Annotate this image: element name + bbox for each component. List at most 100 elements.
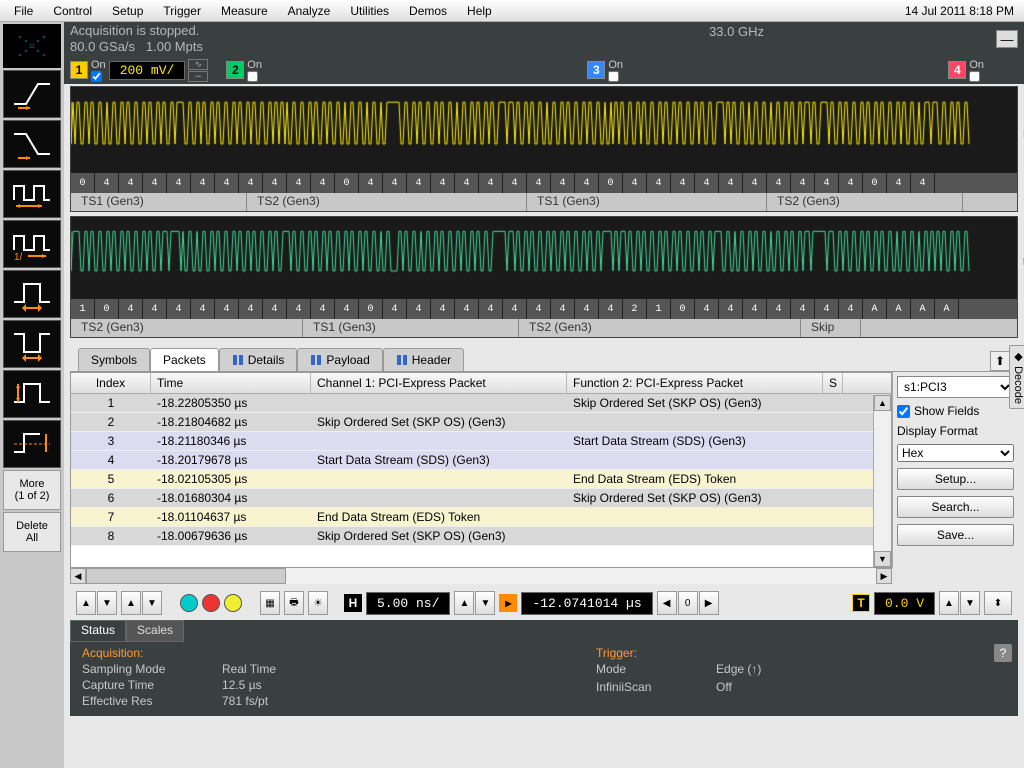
trig-up[interactable]: ▲ bbox=[939, 591, 959, 615]
hscroll-left[interactable]: ◀ bbox=[70, 568, 86, 584]
help-button[interactable]: ? bbox=[994, 644, 1012, 662]
decode-bar-1: 044444444440444444444404444444444044 bbox=[71, 173, 1017, 193]
show-fields-checkbox[interactable]: Show Fields bbox=[897, 404, 1014, 418]
side-panel: s1:PCI3 Show Fields Display Format Hex S… bbox=[892, 372, 1018, 568]
tb-down[interactable]: ▼ bbox=[142, 591, 162, 615]
trg-header: Trigger: bbox=[596, 646, 761, 660]
vscroll-track[interactable] bbox=[874, 411, 891, 551]
expand-button[interactable]: ⬍ bbox=[984, 591, 1012, 615]
header-icon bbox=[396, 354, 408, 366]
display-format-label: Display Format bbox=[897, 424, 1014, 438]
marker-yellow[interactable] bbox=[224, 594, 242, 612]
ch2-badge[interactable]: 2 bbox=[226, 61, 244, 79]
tab-header[interactable]: Header bbox=[383, 348, 464, 371]
bandwidth: 33.0 GHz bbox=[709, 24, 764, 39]
tool-delta-icon[interactable] bbox=[3, 420, 61, 468]
save-button[interactable]: Save... bbox=[897, 524, 1014, 546]
time-per-div[interactable]: 5.00 ns/ bbox=[366, 592, 450, 615]
left-toolbar: 1/ More(1 of 2) DeleteAll bbox=[0, 22, 64, 768]
tb-prev[interactable]: ▲ bbox=[76, 591, 96, 615]
more-button[interactable]: More(1 of 2) bbox=[3, 470, 61, 510]
menu-analyze[interactable]: Analyze bbox=[278, 2, 341, 20]
h-marker: H bbox=[344, 594, 362, 612]
svg-text:1/: 1/ bbox=[14, 252, 23, 262]
decode-bar-2: 104444444444044444444442104444444AAAA bbox=[71, 299, 1017, 319]
setup-button[interactable]: Setup... bbox=[897, 468, 1014, 490]
table-header: Index Time Channel 1: PCI-Express Packet… bbox=[71, 373, 891, 394]
marker-cyan[interactable] bbox=[180, 594, 198, 612]
menu-trigger[interactable]: Trigger bbox=[153, 2, 211, 20]
tool-neg-width-icon[interactable] bbox=[3, 320, 61, 368]
tab-details[interactable]: Details bbox=[219, 348, 298, 371]
menu-setup[interactable]: Setup bbox=[102, 2, 153, 20]
tab-packets[interactable]: Packets bbox=[150, 348, 219, 371]
search-button[interactable]: Search... bbox=[897, 496, 1014, 518]
delete-all-button[interactable]: DeleteAll bbox=[3, 512, 61, 552]
layers-icon[interactable]: ▦ bbox=[260, 591, 280, 615]
tb-up[interactable]: ▲ bbox=[121, 591, 141, 615]
menu-control[interactable]: Control bbox=[43, 2, 102, 20]
minimize-button[interactable]: — bbox=[996, 30, 1018, 48]
ch1-badge[interactable]: 1 bbox=[70, 61, 88, 79]
tab-scales[interactable]: Scales bbox=[126, 620, 184, 642]
table-row[interactable]: 8-18.00679636 µsSkip Ordered Set (SKP OS… bbox=[71, 527, 891, 546]
vscroll-down[interactable]: ▼ bbox=[874, 551, 891, 567]
ch4-enable[interactable] bbox=[969, 71, 980, 82]
menu-demos[interactable]: Demos bbox=[399, 2, 457, 20]
table-row[interactable]: 4-18.20179678 µsStart Data Stream (SDS) … bbox=[71, 451, 891, 470]
timebase-bar: ▲▼ ▲▼ ▦ 🖶 ☀ H 5.00 ns/ ▲▼ ▸ -12.0741014 … bbox=[70, 588, 1018, 618]
ch1-vdiv[interactable]: 200 mV/ bbox=[109, 61, 186, 80]
table-row[interactable]: 1-18.22805350 µsSkip Ordered Set (SKP OS… bbox=[71, 394, 891, 413]
ch1-coupling-ac-icon[interactable]: ∿ bbox=[188, 59, 208, 70]
delay-value[interactable]: -12.0741014 µs bbox=[521, 592, 652, 615]
tool-frequency-icon[interactable]: 1/ bbox=[3, 220, 61, 268]
tab-status[interactable]: Status bbox=[70, 620, 126, 642]
tdiv-down[interactable]: ▼ bbox=[475, 591, 495, 615]
table-row[interactable]: 7-18.01104637 µsEnd Data Stream (EDS) To… bbox=[71, 508, 891, 527]
tb-next[interactable]: ▼ bbox=[97, 591, 117, 615]
collapse-up-button[interactable]: ⬆ bbox=[990, 351, 1010, 371]
hscroll-right[interactable]: ▶ bbox=[876, 568, 892, 584]
trig-down[interactable]: ▼ bbox=[960, 591, 980, 615]
ch1-coupling-dc-icon[interactable]: ∼ bbox=[188, 71, 208, 82]
table-row[interactable]: 6-18.01680304 µsSkip Ordered Set (SKP OS… bbox=[71, 489, 891, 508]
hscroll-track[interactable] bbox=[86, 568, 876, 584]
menu-utilities[interactable]: Utilities bbox=[340, 2, 399, 20]
delay-zero[interactable]: 0 bbox=[678, 591, 698, 615]
ch1-enable[interactable] bbox=[91, 71, 102, 82]
trigger-level[interactable]: 0.0 V bbox=[874, 592, 935, 615]
ch4-badge[interactable]: 4 bbox=[948, 61, 966, 79]
waveform-ch1[interactable]: f1 044444444440444444444404444444444044 … bbox=[70, 86, 1018, 212]
menu-measure[interactable]: Measure bbox=[211, 2, 278, 20]
status-area: Status Scales ? Acquisition: Sampling Mo… bbox=[70, 620, 1018, 716]
tab-symbols[interactable]: Symbols bbox=[78, 348, 150, 371]
vscroll-up[interactable]: ▲ bbox=[874, 395, 891, 411]
tool-rise-time-icon[interactable] bbox=[3, 70, 61, 118]
tdiv-up[interactable]: ▲ bbox=[454, 591, 474, 615]
delay-right[interactable]: ▶ bbox=[699, 591, 719, 615]
table-row[interactable]: 5-18.02105305 µsEnd Data Stream (EDS) To… bbox=[71, 470, 891, 489]
ts-bar-2: TS2 (Gen3)TS1 (Gen3)TS2 (Gen3)Skip bbox=[71, 319, 1017, 337]
display-format-select[interactable]: Hex bbox=[897, 444, 1014, 462]
tool-period-icon[interactable] bbox=[3, 170, 61, 218]
tab-payload[interactable]: Payload bbox=[297, 348, 382, 371]
print-icon[interactable]: 🖶 bbox=[284, 591, 304, 615]
table-row[interactable]: 3-18.21180346 µsStart Data Stream (SDS) … bbox=[71, 432, 891, 451]
marker-red[interactable] bbox=[202, 594, 220, 612]
tool-fall-time-icon[interactable] bbox=[3, 120, 61, 168]
ch3-badge[interactable]: 3 bbox=[587, 61, 605, 79]
tool-pos-width-icon[interactable] bbox=[3, 270, 61, 318]
ch3-enable[interactable] bbox=[608, 71, 619, 82]
decode-side-tab[interactable]: ◆ Decode bbox=[1009, 345, 1024, 409]
tool-vpp-icon[interactable] bbox=[3, 370, 61, 418]
delay-left[interactable]: ◀ bbox=[657, 591, 677, 615]
menu-file[interactable]: File bbox=[4, 2, 43, 20]
ch2-enable[interactable] bbox=[247, 71, 258, 82]
menu-help[interactable]: Help bbox=[457, 2, 502, 20]
waveform-ch2[interactable]: f2 104444444444044444444442104444444AAAA… bbox=[70, 216, 1018, 338]
table-row[interactable]: 2-18.21804682 µsSkip Ordered Set (SKP OS… bbox=[71, 413, 891, 432]
protocol-select[interactable]: s1:PCI3 bbox=[897, 376, 1014, 398]
hscroll-thumb[interactable] bbox=[86, 568, 286, 584]
payload-icon bbox=[310, 354, 322, 366]
brightness-icon[interactable]: ☀ bbox=[308, 591, 328, 615]
